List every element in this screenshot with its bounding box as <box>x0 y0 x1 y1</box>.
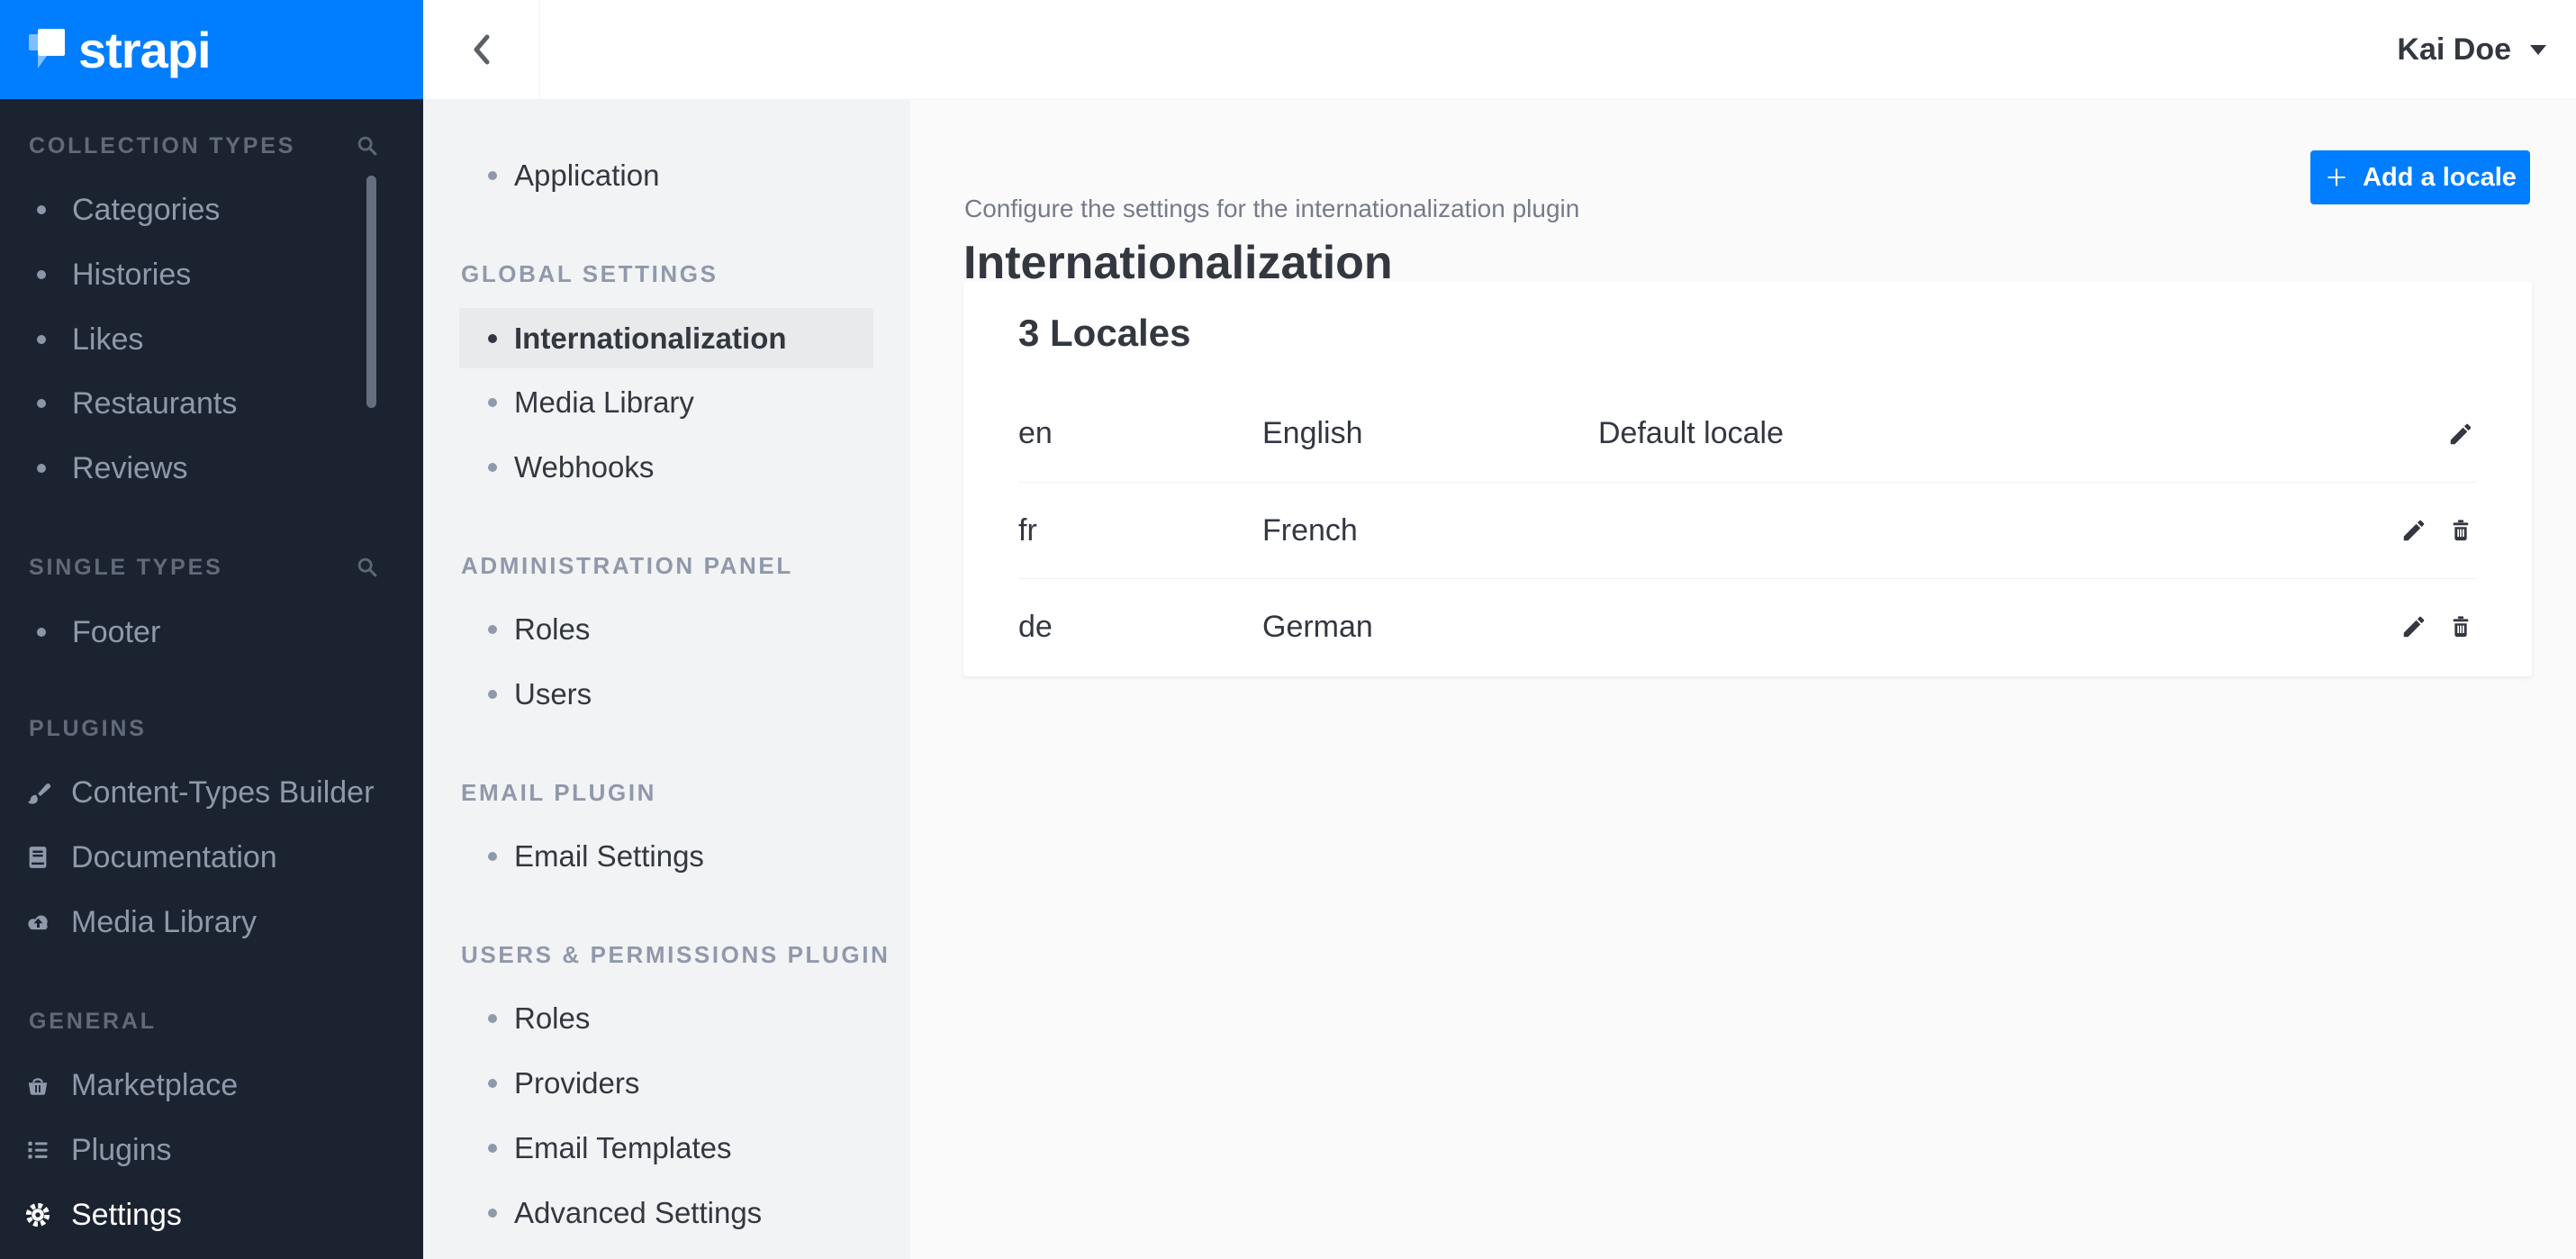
sidebar-item-categories[interactable]: Categories <box>0 177 423 242</box>
settings-item-application[interactable]: Application <box>423 143 910 208</box>
edit-locale-button[interactable] <box>2399 515 2429 546</box>
locale-code: fr <box>1018 512 1037 548</box>
sidebar-item-plugins[interactable]: Plugins <box>0 1118 423 1182</box>
locale-default-label: Default locale <box>1598 416 1785 450</box>
bullet-icon <box>488 398 497 407</box>
bullet-icon <box>37 205 46 214</box>
brush-icon <box>24 779 51 806</box>
edit-locale-button[interactable] <box>2399 611 2429 642</box>
chevron-left-icon <box>474 34 489 65</box>
locales-card: 3 Locales en English Default locale fr F… <box>963 282 2532 676</box>
bullet-icon <box>37 399 46 408</box>
sidebar-item-reviews[interactable]: Reviews <box>0 436 423 501</box>
edit-locale-button[interactable] <box>2445 419 2476 449</box>
caret-down-icon <box>2530 44 2546 55</box>
section-plugins: PLUGINS <box>29 716 147 741</box>
locale-row-en[interactable]: en English Default locale <box>1018 385 2476 482</box>
sidebar-item-marketplace[interactable]: Marketplace <box>0 1053 423 1118</box>
user-name: Kai Doe <box>2397 32 2511 67</box>
section-email-plugin: EMAIL PLUGIN <box>461 779 657 806</box>
sidebar-scrollbar[interactable] <box>366 176 376 408</box>
strapi-brand[interactable]: strapi <box>0 0 423 99</box>
settings-item-up-providers[interactable]: Providers <box>423 1051 910 1116</box>
settings-item-up-email-templates[interactable]: Email Templates <box>423 1116 910 1181</box>
add-locale-button[interactable]: Add a locale <box>2310 150 2530 204</box>
section-global-settings: GLOBAL SETTINGS <box>461 260 719 287</box>
locale-name: French <box>1262 512 1358 548</box>
bullet-icon <box>488 1209 497 1218</box>
bullet-icon <box>488 1144 497 1153</box>
bullet-icon <box>37 464 46 473</box>
sidebar-item-content-types-builder[interactable]: Content-Types Builder <box>0 760 423 825</box>
main-sidebar: strapi COLLECTION TYPES Categories Histo… <box>0 0 423 1259</box>
main-content: Internationalization Configure the setti… <box>910 100 2576 1259</box>
pencil-icon <box>2450 423 2472 444</box>
gear-icon <box>24 1201 51 1228</box>
sidebar-item-settings[interactable]: Settings <box>0 1182 423 1247</box>
section-collection-types: COLLECTION TYPES <box>29 133 296 159</box>
bullet-icon <box>488 1079 497 1088</box>
bullet-icon <box>488 852 497 861</box>
settings-sidebar: Application GLOBAL SETTINGS Internationa… <box>423 0 910 1259</box>
settings-item-webhooks[interactable]: Webhooks <box>423 435 910 500</box>
bullet-icon <box>37 628 46 637</box>
plus-icon <box>2327 168 2346 186</box>
basket-icon <box>24 1072 51 1099</box>
sidebar-item-likes[interactable]: Likes <box>0 307 423 372</box>
locale-code: de <box>1018 609 1053 644</box>
page-title: Internationalization <box>963 237 1393 289</box>
section-administration-panel: ADMINISTRATION PANEL <box>461 552 793 579</box>
bullet-icon <box>488 463 497 472</box>
bullet-icon <box>488 333 497 343</box>
search-icon[interactable] <box>355 555 380 580</box>
list-icon <box>24 1137 51 1164</box>
settings-item-admin-roles[interactable]: Roles <box>423 597 910 662</box>
bullet-icon <box>488 690 497 699</box>
section-users-permissions-plugin: USERS & PERMISSIONS PLUGIN <box>461 941 890 968</box>
settings-item-media-library[interactable]: Media Library <box>423 370 910 435</box>
locale-name: English <box>1262 416 1363 450</box>
delete-locale-button[interactable] <box>2445 611 2476 642</box>
locale-code: en <box>1018 416 1053 450</box>
pencil-icon <box>2403 616 2425 638</box>
bullet-icon <box>488 1014 497 1023</box>
search-icon[interactable] <box>355 133 380 159</box>
sidebar-item-histories[interactable]: Histories <box>0 242 423 307</box>
settings-item-email-settings[interactable]: Email Settings <box>423 824 910 889</box>
bullet-icon <box>488 625 497 634</box>
locales-card-title: 3 Locales <box>1018 312 1191 354</box>
section-single-types: SINGLE TYPES <box>29 555 223 580</box>
book-icon <box>24 844 51 871</box>
cloud-upload-icon <box>24 909 51 936</box>
locale-row-fr[interactable]: fr French <box>1018 482 2476 578</box>
settings-item-internationalization[interactable]: Internationalization <box>459 308 873 368</box>
locale-row-de[interactable]: de German <box>1018 578 2476 675</box>
strapi-logo-icon <box>29 29 65 68</box>
locales-table: en English Default locale fr French de G… <box>963 385 2532 675</box>
sidebar-item-documentation[interactable]: Documentation <box>0 825 423 890</box>
bullet-icon <box>37 335 46 344</box>
sidebar-item-media-library[interactable]: Media Library <box>0 890 423 955</box>
pencil-icon <box>2403 520 2425 541</box>
locale-name: German <box>1262 609 1373 644</box>
trash-icon <box>2453 520 2469 541</box>
page-subtitle: Configure the settings for the internati… <box>964 195 1580 222</box>
delete-locale-button[interactable] <box>2445 515 2476 546</box>
user-menu[interactable]: Kai Doe <box>2397 0 2546 99</box>
brand-wordmark: strapi <box>78 21 211 78</box>
back-button[interactable] <box>423 0 540 99</box>
settings-item-up-advanced-settings[interactable]: Advanced Settings <box>423 1181 910 1245</box>
section-general: GENERAL <box>29 1009 157 1034</box>
sidebar-item-footer[interactable]: Footer <box>0 600 423 665</box>
bullet-icon <box>488 171 497 180</box>
trash-icon <box>2453 616 2469 638</box>
bullet-icon <box>37 270 46 279</box>
top-bar: Kai Doe <box>423 0 2576 100</box>
settings-item-up-roles[interactable]: Roles <box>423 986 910 1051</box>
settings-item-admin-users[interactable]: Users <box>423 662 910 727</box>
sidebar-item-restaurants[interactable]: Restaurants <box>0 371 423 436</box>
